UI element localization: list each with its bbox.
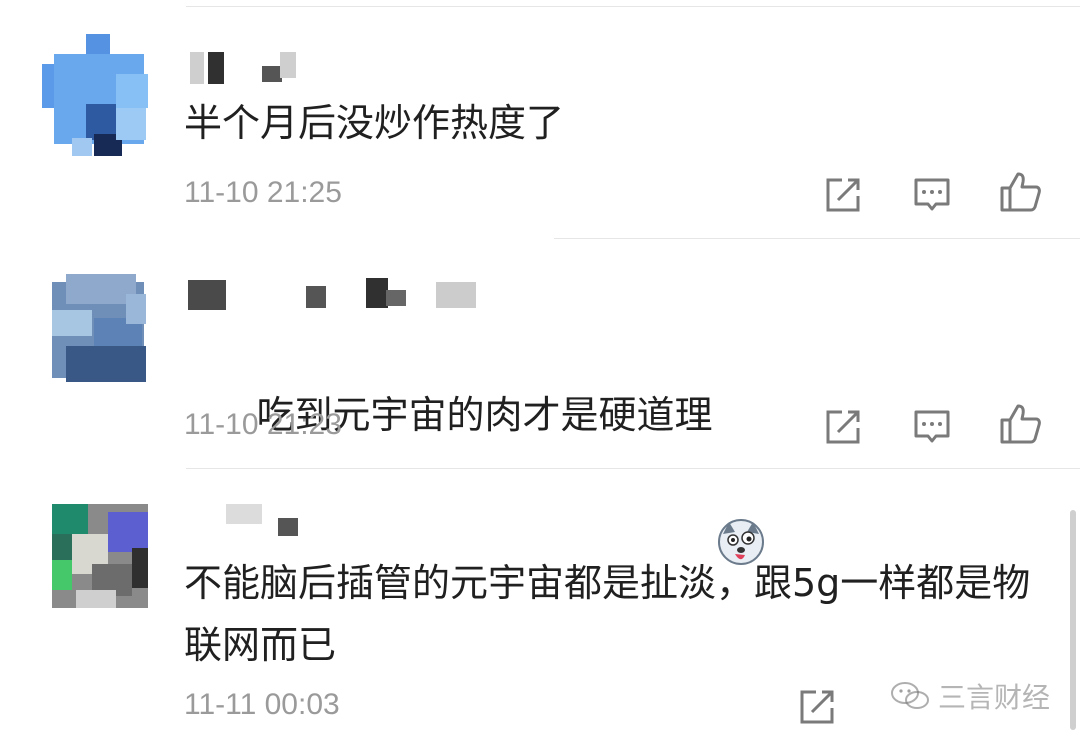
comment-item: 吃到元宇宙的肉才是硬道理 11-10 21:23: [0, 238, 1080, 565]
share-button[interactable]: [822, 172, 866, 216]
comment-time: 11-11 00:03: [184, 688, 340, 721]
scrollbar[interactable]: [1070, 510, 1076, 730]
comment-feed: 半个月后没炒作热度了 11-10 21:25 吃到元宇宙的肉才是硬道理 11-1…: [0, 0, 1080, 741]
husky-dog-emoji: [717, 394, 765, 565]
like-button[interactable]: [998, 170, 1042, 214]
reply-icon: [914, 410, 950, 443]
comment-time: 11-10 21:25: [184, 176, 342, 209]
reply-button[interactable]: [910, 172, 954, 216]
share-icon: [800, 690, 834, 724]
username-blurred[interactable]: [186, 500, 316, 536]
share-button[interactable]: [822, 404, 866, 448]
comment-text: 不能脑后插管的元宇宙都是扯淡，跟5g一样都是物联网而已: [184, 561, 1031, 667]
watermark: 三言财经: [890, 676, 1050, 716]
share-icon: [826, 410, 860, 444]
reply-button[interactable]: [910, 404, 954, 448]
watermark-text: 三言财经: [938, 681, 1051, 714]
comment-text: 半个月后没炒作热度了: [184, 101, 565, 145]
username-blurred[interactable]: [186, 278, 496, 312]
share-icon: [826, 178, 860, 212]
thumbs-up-icon: [1000, 404, 1041, 444]
avatar[interactable]: [36, 274, 152, 390]
reply-icon: [914, 178, 950, 211]
like-button[interactable]: [998, 402, 1042, 446]
share-button[interactable]: [796, 684, 840, 728]
wechat-icon: [891, 682, 929, 709]
avatar[interactable]: [36, 504, 152, 620]
username-blurred[interactable]: [186, 52, 306, 86]
thumbs-up-icon: [1000, 172, 1041, 212]
avatar[interactable]: [36, 34, 152, 156]
comment-item: 半个月后没炒作热度了 11-10 21:25: [0, 0, 1080, 238]
comment-time: 11-10 21:23: [184, 408, 342, 441]
